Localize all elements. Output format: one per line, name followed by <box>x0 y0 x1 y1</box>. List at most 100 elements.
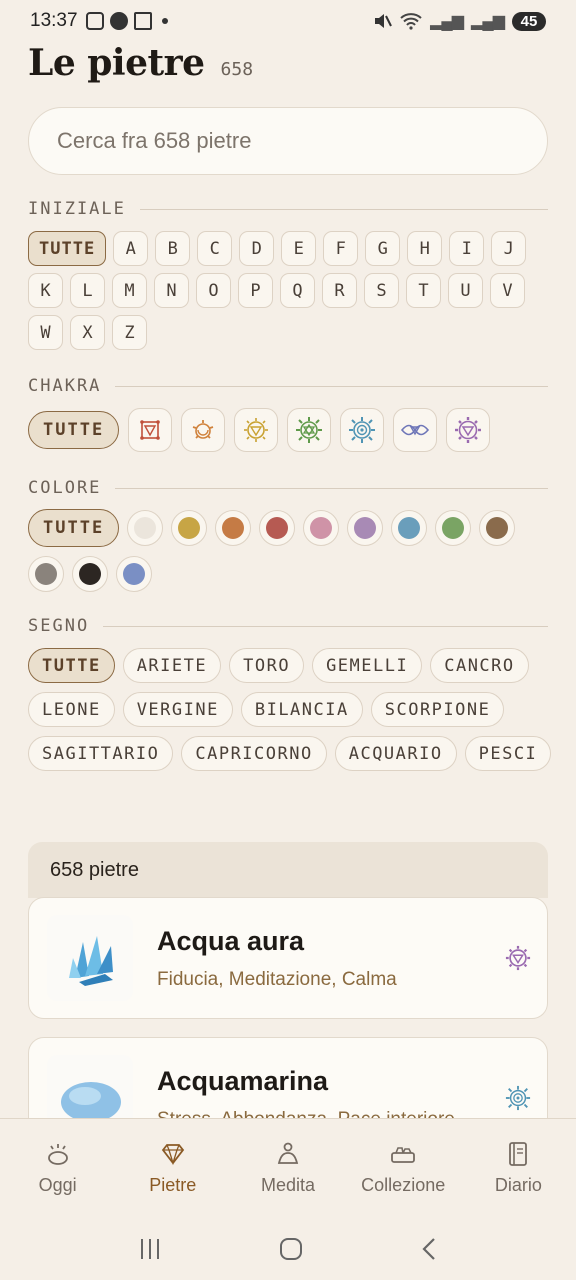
stone-properties: Fiducia, Meditazione, Calma <box>157 968 397 990</box>
initial-chip-i[interactable]: I <box>449 231 485 266</box>
nav-pietre[interactable]: Pietre <box>115 1119 230 1218</box>
stone-count: 658 <box>220 59 254 80</box>
chakra-chip-solar-plexus[interactable] <box>234 408 279 452</box>
back-icon[interactable] <box>419 1236 439 1262</box>
color-swatch-3[interactable] <box>215 510 252 546</box>
chip-label: K <box>40 280 51 301</box>
results-count-bar: 658 pietre <box>28 842 548 898</box>
initial-chip-j[interactable]: J <box>491 231 527 266</box>
chakra-chip-throat[interactable] <box>340 408 385 452</box>
stone-name: Acquamarina <box>157 1065 329 1096</box>
nav-oggi[interactable]: Oggi <box>0 1119 115 1218</box>
sign-chip-all[interactable]: TUTTE <box>28 648 115 683</box>
color-swatch-5[interactable] <box>303 510 340 546</box>
sign-chip-capricorno[interactable]: CAPRICORNO <box>181 736 327 771</box>
notification-icons <box>85 12 168 30</box>
color-swatch-1[interactable] <box>127 510 164 546</box>
color-dot <box>123 563 145 585</box>
mute-icon <box>375 14 392 28</box>
initial-chip-l[interactable]: L <box>70 273 105 308</box>
color-swatch-2[interactable] <box>171 510 208 546</box>
sign-chip-toro[interactable]: TORO <box>229 648 305 683</box>
search-input[interactable]: Cerca fra 658 pietre <box>28 107 548 175</box>
color-swatch-8[interactable] <box>435 510 472 546</box>
initial-chip-d[interactable]: D <box>239 231 275 266</box>
sign-chip-sagittario[interactable]: SAGITTARIO <box>28 736 174 771</box>
chakra-chip-sacral[interactable] <box>181 408 226 452</box>
initial-chip-o[interactable]: O <box>196 273 231 308</box>
initial-chip-a[interactable]: A <box>113 231 149 266</box>
initial-chip-p[interactable]: P <box>238 273 273 308</box>
initial-chip-h[interactable]: H <box>407 231 443 266</box>
chip-label: Q <box>292 280 303 301</box>
initial-chip-m[interactable]: M <box>112 273 147 308</box>
color-swatch-9[interactable] <box>479 510 516 546</box>
initial-chip-w[interactable]: W <box>28 315 63 350</box>
divider <box>103 625 548 627</box>
throat-chakra-icon <box>349 417 376 443</box>
app-notification-icon <box>109 12 128 30</box>
initial-chip-g[interactable]: G <box>365 231 401 266</box>
color-swatch-7[interactable] <box>391 510 428 546</box>
chakra-chip-all[interactable]: TUTTE <box>28 411 120 449</box>
color-dot <box>266 517 289 539</box>
solar-plexus-chakra-icon <box>244 418 269 442</box>
nav-collezione[interactable]: Collezione <box>346 1119 461 1218</box>
gem-icon <box>161 1144 184 1166</box>
signal-2-icon: ▂▄▆ <box>471 13 505 30</box>
color-swatch-10[interactable] <box>28 556 64 592</box>
initial-chip-s[interactable]: S <box>364 273 399 308</box>
initial-chip-z[interactable]: Z <box>112 315 147 350</box>
stone-card[interactable]: Acqua aura Fiducia, Meditazione, Calma <box>28 897 548 1019</box>
home-icon[interactable] <box>278 1236 304 1262</box>
initial-chip-f[interactable]: F <box>323 231 359 266</box>
sign-chip-scorpione[interactable]: SCORPIONE <box>370 692 505 727</box>
initial-chip-q[interactable]: Q <box>280 273 315 308</box>
sign-chip-cancro[interactable]: CANCRO <box>430 648 529 683</box>
initial-chip-all[interactable]: TUTTE <box>28 231 107 266</box>
sign-chip-bilancia[interactable]: BILANCIA <box>240 692 363 727</box>
initial-chip-b[interactable]: B <box>155 231 191 266</box>
root-chakra-icon <box>140 420 160 440</box>
initial-chip-u[interactable]: U <box>448 273 483 308</box>
initial-filter-chips: TUTTE A B C D E F G H I J K L M N O P Q R S T U V W X Z <box>28 231 552 350</box>
chakra-chip-third-eye[interactable] <box>393 408 438 452</box>
sign-chip-pesci[interactable]: PESCI <box>464 736 552 771</box>
initial-chip-x[interactable]: X <box>70 315 105 350</box>
recent-apps-icon[interactable] <box>137 1237 163 1261</box>
initial-chip-v[interactable]: V <box>490 273 525 308</box>
initial-chip-c[interactable]: C <box>197 231 233 266</box>
chakra-chip-root[interactable] <box>128 408 173 452</box>
sign-chip-leone[interactable]: LEONE <box>28 692 115 727</box>
color-swatch-6[interactable] <box>347 510 384 546</box>
sign-chip-vergine[interactable]: VERGINE <box>122 692 233 727</box>
initial-chip-k[interactable]: K <box>28 273 63 308</box>
color-swatch-11[interactable] <box>72 556 108 592</box>
color-chip-all[interactable]: TUTTE <box>28 509 120 547</box>
initial-chip-e[interactable]: E <box>281 231 317 266</box>
chip-label: F <box>335 238 346 259</box>
chip-label: TUTTE <box>43 420 105 440</box>
initial-chip-r[interactable]: R <box>322 273 357 308</box>
crown-chakra-icon <box>503 943 533 973</box>
chakra-chip-crown[interactable] <box>446 408 491 452</box>
sign-chip-gemelli[interactable]: GEMELLI <box>312 648 423 683</box>
sign-chip-ariete[interactable]: ARIETE <box>122 648 222 683</box>
nav-medita[interactable]: Medita <box>230 1119 345 1218</box>
nav-diario[interactable]: Diario <box>461 1119 576 1218</box>
nav-label: Diario <box>494 1175 542 1195</box>
initial-chip-t[interactable]: T <box>406 273 441 308</box>
bottom-navigation: Oggi Pietre Medita Collezione Diario <box>0 1118 576 1218</box>
chip-label: X <box>82 322 93 343</box>
chip-label: ARIETE <box>136 655 208 676</box>
chip-label: BILANCIA <box>254 699 349 720</box>
color-dot <box>442 517 465 539</box>
initial-chip-n[interactable]: N <box>154 273 189 308</box>
sign-chip-acquario[interactable]: ACQUARIO <box>334 736 457 771</box>
chip-label: VERGINE <box>136 699 219 720</box>
color-swatch-4[interactable] <box>259 510 296 546</box>
heart-chakra-icon <box>296 417 323 443</box>
stone-image <box>47 915 133 1001</box>
chakra-chip-heart[interactable] <box>287 408 332 452</box>
color-swatch-12[interactable] <box>116 556 152 592</box>
